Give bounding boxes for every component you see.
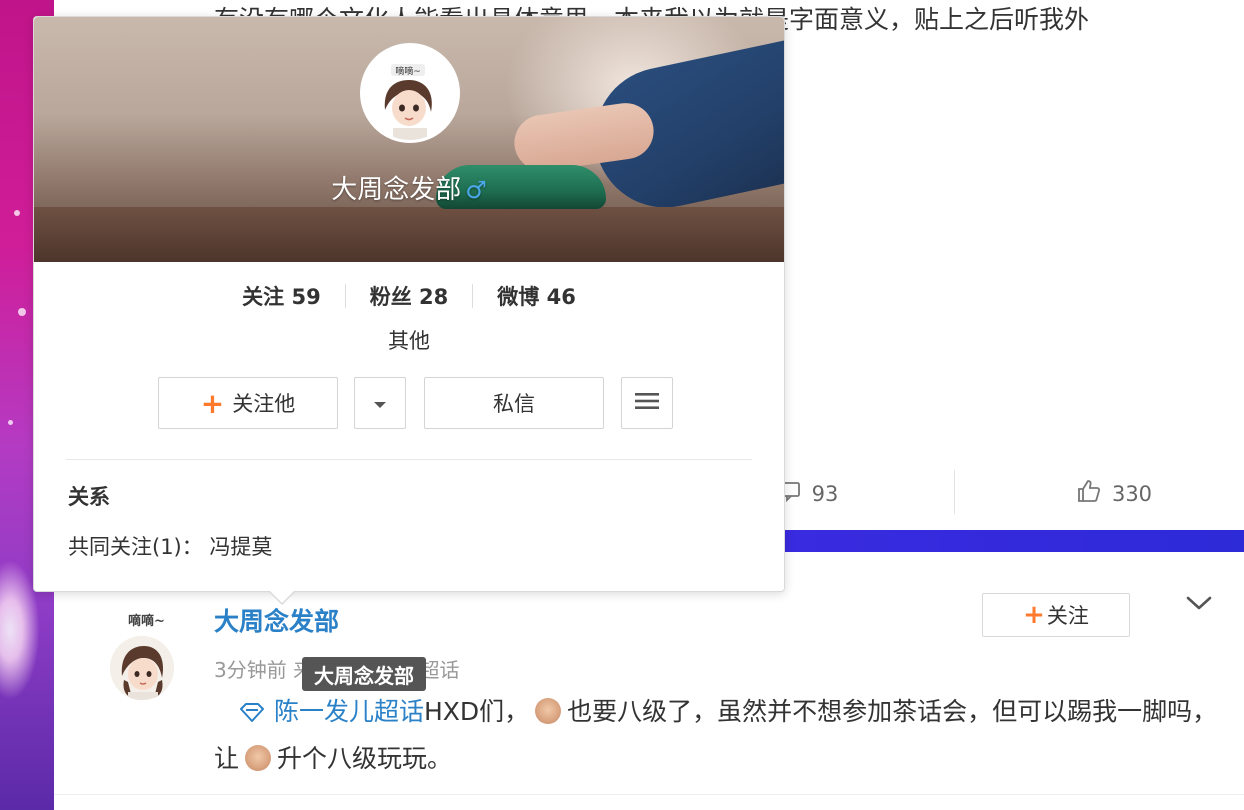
comment-text-1: HXD们， (423, 697, 530, 726)
stat-following[interactable]: 关注 59 (218, 281, 345, 311)
menu-icon (635, 391, 659, 415)
profile-stats: 关注 59 粉丝 28 微博 46 (34, 281, 784, 311)
comment-count: 93 (811, 482, 839, 506)
stat-value: 59 (291, 285, 321, 309)
card-divider (66, 459, 752, 460)
profile-tag: 其他 (388, 329, 430, 353)
like-action[interactable]: 330 (1054, 468, 1174, 520)
chevron-down-icon[interactable] (1184, 588, 1214, 618)
profile-name: 大周念发部 ♂ (34, 169, 784, 206)
male-gender-icon: ♂ (465, 176, 487, 204)
stat-label: 粉丝 (369, 285, 412, 309)
caret-down-icon (373, 391, 387, 415)
username-tooltip: 大周念发部 (302, 657, 426, 691)
comment-avatar[interactable] (110, 636, 174, 700)
like-count: 330 (1111, 482, 1153, 506)
supertopic-icon (238, 693, 266, 737)
profile-avatar[interactable]: 嘀嘀~ (360, 43, 460, 143)
mutual-follow-name[interactable]: 冯提莫 (209, 535, 272, 559)
private-message-label: 私信 (493, 392, 535, 416)
sparkle (8, 420, 13, 425)
plus-icon: + (1023, 600, 1045, 630)
comment-body: 陈一发儿超话HXD们， 也要八级了，虽然并不想参加茶话会，但可以踢我一脚吗，让 升个… (214, 690, 1224, 781)
follow-him-label: 关注他 (232, 392, 296, 416)
sparkle (18, 308, 26, 316)
profile-name-text[interactable]: 大周念发部 (331, 175, 461, 205)
avatar-tag: 嘀嘀~ (128, 614, 165, 629)
follow-him-button[interactable]: + 关注他 (158, 377, 338, 429)
sparkle (14, 210, 20, 216)
comment-divider (54, 794, 1244, 795)
plus-icon: + (200, 386, 225, 420)
face-emoji-icon (245, 745, 272, 771)
more-menu-button[interactable] (621, 377, 673, 429)
follow-button[interactable]: + 关注 (982, 593, 1130, 637)
card-pointer (270, 591, 294, 603)
stat-label: 关注 (242, 285, 285, 309)
mutual-follow-label: 共同关注(1)： (68, 535, 203, 559)
comment-username[interactable]: 大周念发部 (214, 602, 339, 638)
avatar-tag: 嘀嘀~ (395, 65, 421, 77)
supertopic-link[interactable]: 陈一发儿超话 (274, 697, 424, 726)
mutual-follow-line: 共同关注(1)： 冯提莫 (68, 531, 272, 561)
thumbs-up-icon (1076, 478, 1102, 510)
private-message-button[interactable]: 私信 (424, 377, 604, 429)
follow-options-dropdown[interactable] (354, 377, 406, 429)
stat-value: 28 (419, 285, 449, 309)
relation-title: 关系 (68, 485, 110, 509)
stat-label: 微博 (497, 285, 540, 309)
comment-text-3: 升个八级玩玩。 (277, 744, 453, 773)
stat-posts[interactable]: 微博 46 (473, 281, 600, 311)
stat-followers[interactable]: 粉丝 28 (346, 281, 473, 311)
comment-item: 嘀嘀~ 大周念发部 3分钟前 来自 陈一发儿超话 大周念发部 陈一发儿超话HXD… (54, 560, 1244, 810)
stat-value: 46 (546, 285, 576, 309)
user-profile-card: 嘀嘀~ 大周念发部 ♂ 关注 59 粉丝 28 微博 46 其他 + 关注他 私… (33, 16, 785, 605)
action-divider (954, 470, 955, 514)
face-emoji-icon (535, 698, 562, 724)
follow-button-label: 关注 (1046, 604, 1089, 628)
